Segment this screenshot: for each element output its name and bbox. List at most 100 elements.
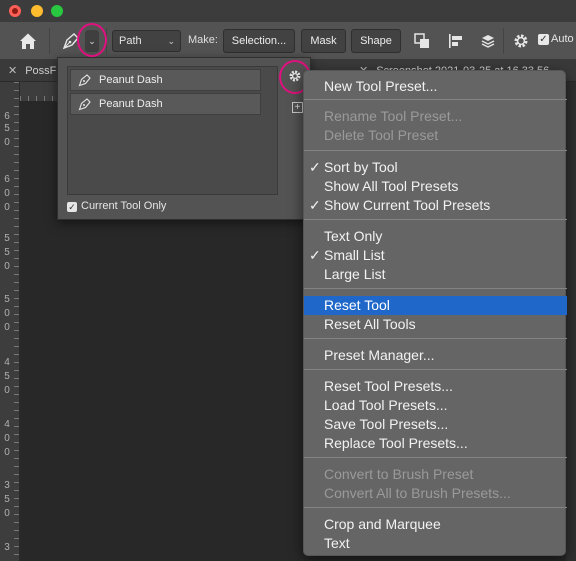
separator — [49, 28, 50, 54]
make-selection-button[interactable]: Selection... — [223, 29, 295, 53]
preset-item-peanut-dash[interactable]: Peanut Dash — [70, 93, 261, 115]
menu-item-label: Preset Manager... — [324, 347, 435, 363]
minimize-window-button[interactable] — [31, 5, 43, 17]
menu-item-label: Rename Tool Preset... — [324, 108, 463, 124]
menu-item-replace-tool-presets[interactable]: Replace Tool Presets... — [304, 434, 567, 453]
menu-item-convert-to-brush-preset: Convert to Brush Preset — [304, 465, 567, 484]
ruler-number: 5 — [4, 294, 10, 305]
make-shape-button[interactable]: Shape — [351, 29, 401, 53]
make-label: Make: — [188, 34, 218, 46]
menu-item-label: Reset All Tools — [324, 316, 416, 332]
ruler-number: 0 — [4, 202, 10, 213]
menu-item-sort-by-tool[interactable]: ✓ Sort by Tool — [304, 158, 567, 177]
ruler-number: 5 — [4, 233, 10, 244]
pen-preset-icon — [78, 98, 91, 111]
separator — [106, 28, 107, 54]
menu-item-reset-tool-presets[interactable]: Reset Tool Presets... — [304, 377, 567, 396]
preset-options-menu: New Tool Preset... Rename Tool Preset... D… — [303, 70, 567, 556]
menu-item-large-list[interactable]: Large List — [304, 265, 567, 284]
menu-item-label: Show Current Tool Presets — [324, 197, 491, 213]
tab-label: PossF — [25, 65, 57, 77]
options-bar: ⌄ Path ⌄ Make: Selection... Mask Shape ✓… — [0, 22, 576, 60]
new-preset-icon[interactable]: + — [292, 102, 303, 113]
ruler-number: 5 — [4, 494, 10, 505]
preset-label: Peanut Dash — [99, 74, 163, 86]
pen-tool-icon[interactable] — [60, 30, 82, 52]
home-icon[interactable] — [17, 30, 39, 52]
menu-item-label: Text Only — [324, 228, 383, 244]
ruler-number: 0 — [4, 433, 10, 444]
checkmark-icon: ✓ — [309, 247, 321, 263]
checkbox-icon[interactable]: ✓ — [67, 202, 77, 212]
chevron-down-icon: ⌄ — [167, 36, 175, 46]
menu-item-crop-and-marquee[interactable]: Crop and Marquee — [304, 515, 567, 534]
menu-item-reset-all-tools[interactable]: Reset All Tools — [304, 315, 567, 334]
menu-item-label: Small List — [324, 247, 385, 263]
ruler-number: 0 — [4, 261, 10, 272]
preset-label: Peanut Dash — [99, 98, 163, 110]
close-window-button[interactable] — [9, 5, 21, 17]
menu-item-load-tool-presets[interactable]: Load Tool Presets... — [304, 396, 567, 415]
close-icon[interactable]: ✕ — [8, 65, 17, 77]
menu-item-label: Save Tool Presets... — [324, 416, 449, 432]
menu-item-label: Delete Tool Preset — [324, 127, 439, 143]
path-mode-select[interactable]: Path ⌄ — [112, 30, 181, 52]
ruler-number: 5 — [4, 247, 10, 258]
ruler-number: 0 — [4, 137, 10, 148]
path-operations-icon[interactable] — [413, 32, 431, 50]
menu-item-label: Sort by Tool — [324, 159, 398, 175]
checkmark-icon: ✓ — [309, 197, 321, 213]
vertical-ruler: 6506005505004504003503 — [0, 82, 20, 561]
make-mask-button[interactable]: Mask — [301, 29, 346, 53]
tool-preset-picker-button[interactable]: ⌄ — [85, 30, 99, 52]
menu-item-label: Reset Tool — [324, 297, 390, 313]
menu-item-label: Crop and Marquee — [324, 516, 441, 532]
menu-separator — [304, 150, 567, 151]
auto-add-delete-checkbox[interactable]: ✓ — [538, 34, 549, 45]
ruler-number: 0 — [4, 308, 10, 319]
menu-item-label: Load Tool Presets... — [324, 397, 448, 413]
zoom-window-button[interactable] — [51, 5, 63, 17]
menu-separator — [304, 338, 567, 339]
menu-item-show-all-tool-presets[interactable]: Show All Tool Presets — [304, 177, 567, 196]
menu-item-convert-all-to-brush-presets: Convert All to Brush Presets... — [304, 484, 567, 503]
menu-item-small-list[interactable]: ✓ Small List — [304, 246, 567, 265]
menu-item-text[interactable]: Text — [304, 534, 567, 553]
menu-item-show-current-tool-presets[interactable]: ✓ Show Current Tool Presets — [304, 196, 567, 215]
ruler-number: 0 — [4, 385, 10, 396]
menu-separator — [304, 369, 567, 370]
path-arrangement-icon[interactable] — [479, 32, 497, 50]
menu-separator — [304, 288, 567, 289]
photoshop-window: ⌄ Path ⌄ Make: Selection... Mask Shape ✓… — [0, 0, 576, 561]
gear-icon[interactable] — [288, 69, 302, 83]
ruler-number: 0 — [4, 188, 10, 199]
ruler-number: 0 — [4, 508, 10, 519]
ruler-number: 0 — [4, 447, 10, 458]
menu-item-label: Convert to Brush Preset — [324, 466, 474, 482]
tool-preset-panel: Peanut Dash Peanut Dash + ✓ Current Tool … — [57, 57, 311, 220]
tab-document-1[interactable]: ✕ PossF — [8, 60, 60, 82]
preset-item-peanut-dash[interactable]: Peanut Dash — [70, 69, 261, 91]
ruler-number: 6 — [4, 111, 10, 122]
ruler-number: 5 — [4, 371, 10, 382]
pen-preset-icon — [78, 74, 91, 87]
menu-item-reset-tool[interactable]: Reset Tool — [304, 296, 567, 315]
current-tool-only-option[interactable]: ✓ Current Tool Only — [67, 200, 166, 212]
menu-item-label: Replace Tool Presets... — [324, 435, 468, 451]
menu-item-label: New Tool Preset... — [324, 78, 438, 94]
menu-item-text-only[interactable]: Text Only — [304, 227, 567, 246]
menu-item-label: Large List — [324, 266, 386, 282]
menu-separator — [304, 457, 567, 458]
menu-separator — [304, 99, 567, 100]
ruler-number: 4 — [4, 357, 10, 368]
menu-item-save-tool-presets[interactable]: Save Tool Presets... — [304, 415, 567, 434]
gear-icon[interactable] — [512, 32, 530, 50]
menu-separator — [304, 507, 567, 508]
menu-item-rename-tool-preset: Rename Tool Preset... — [304, 107, 567, 126]
ruler-number: 5 — [4, 123, 10, 134]
title-bar — [0, 0, 576, 22]
menu-item-new-tool-preset[interactable]: New Tool Preset... — [304, 77, 567, 96]
path-alignment-icon[interactable] — [447, 32, 465, 50]
menu-item-preset-manager[interactable]: Preset Manager... — [304, 346, 567, 365]
menu-item-label: Convert All to Brush Presets... — [324, 485, 511, 501]
